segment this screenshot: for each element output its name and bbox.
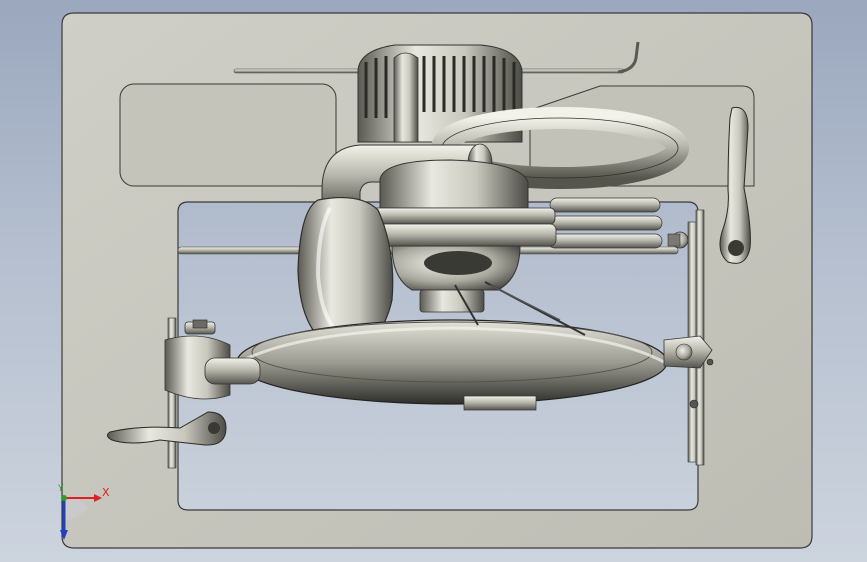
x-axis-label: X bbox=[102, 486, 110, 499]
assembly-model[interactable] bbox=[0, 0, 867, 562]
y-axis-dot bbox=[61, 495, 67, 501]
y-axis-label: Y bbox=[58, 484, 64, 494]
central-housing[interactable] bbox=[365, 159, 557, 313]
cad-viewport[interactable]: X Y bbox=[0, 0, 867, 562]
upper-left-slot bbox=[119, 83, 337, 187]
